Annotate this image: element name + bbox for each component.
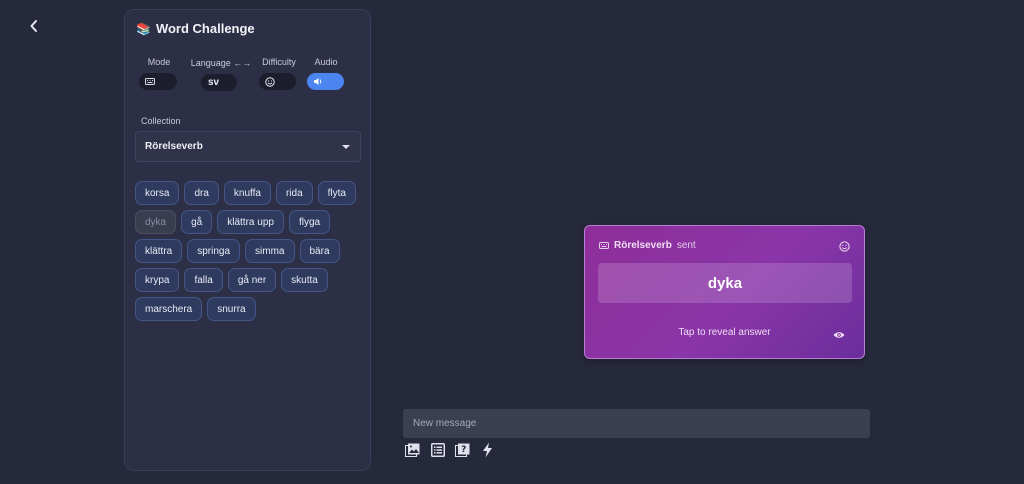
card-header: Rörelseverb sent	[599, 240, 696, 251]
word-chip[interactable]: flyta	[317, 181, 356, 205]
keyboard-icon	[599, 242, 609, 249]
difficulty-label: Difficulty	[262, 57, 296, 67]
word-chip[interactable]: marschera	[135, 297, 203, 321]
language-label: Language ←→	[190, 58, 252, 68]
word-chip[interactable]: dyka	[135, 210, 177, 234]
language-control: Language ←→ sv	[186, 58, 256, 91]
audio-control: Audio	[307, 57, 345, 90]
chevron-left-icon	[30, 20, 37, 32]
panel-title-text: Word Challenge	[155, 21, 255, 36]
word-chip[interactable]: krypa	[135, 268, 180, 292]
word-chip[interactable]: springa	[187, 239, 241, 263]
word-chip[interactable]: skutta	[281, 268, 328, 292]
eye-icon	[833, 332, 845, 338]
caret-down-icon	[342, 144, 350, 149]
word-card: Rörelseverb sent dyka Tap to reveal answ…	[584, 225, 865, 359]
collection-selected-value: Rörelseverb	[145, 141, 203, 152]
back-button[interactable]	[24, 14, 44, 38]
reveal-toggle[interactable]	[833, 326, 845, 344]
smiley-icon	[265, 76, 275, 87]
quick-action-button[interactable]	[479, 441, 496, 459]
quiz-button[interactable]: ?	[454, 441, 471, 459]
image-icon	[405, 443, 420, 457]
svg-text:?: ?	[461, 445, 466, 455]
word-chip[interactable]: gå	[181, 210, 213, 234]
speaker-icon	[314, 78, 322, 85]
card-word: dyka	[598, 263, 852, 303]
word-chip[interactable]: klättra	[135, 239, 183, 263]
language-toggle[interactable]: sv	[201, 74, 237, 91]
mode-control: Mode	[139, 57, 179, 90]
reveal-answer-button[interactable]: Tap to reveal answer	[585, 327, 864, 338]
panel-title: 📚 Word Challenge	[136, 21, 255, 36]
word-chips: korsa dra knuffa rida flyta dyka gå klättra upp…	[135, 181, 363, 321]
audio-toggle[interactable]	[307, 73, 344, 90]
card-difficulty	[839, 239, 850, 257]
audio-label: Audio	[314, 57, 338, 67]
books-icon: 📚	[136, 21, 151, 36]
language-value: sv	[208, 77, 220, 88]
composer-toolbar: ?	[404, 441, 496, 459]
list-button[interactable]	[429, 441, 446, 459]
word-chip[interactable]: falla	[184, 268, 223, 292]
difficulty-toggle[interactable]	[259, 73, 296, 90]
word-chip[interactable]: rida	[275, 181, 313, 205]
question-icon: ?	[455, 443, 470, 457]
word-chip[interactable]: knuffa	[223, 181, 271, 205]
collection-select[interactable]: Rörelseverb	[135, 131, 361, 162]
mode-toggle[interactable]	[139, 73, 177, 90]
card-sender: Rörelseverb	[614, 240, 672, 251]
word-chip[interactable]: flyga	[288, 210, 331, 234]
new-message-input[interactable]	[403, 409, 870, 438]
word-chip[interactable]: klättra upp	[217, 210, 284, 234]
collection-label: Collection	[141, 116, 181, 126]
card-sent-text: sent	[676, 240, 696, 251]
image-button[interactable]	[404, 441, 421, 459]
word-chip[interactable]: gå ner	[227, 268, 277, 292]
lightning-icon	[483, 442, 492, 458]
word-chip[interactable]: snurra	[207, 297, 256, 321]
word-chip[interactable]: dra	[184, 181, 219, 205]
word-challenge-panel: 📚 Word Challenge Mode Language ←→ sv Dif…	[124, 9, 371, 471]
word-chip[interactable]: bära	[299, 239, 340, 263]
word-chip[interactable]: simma	[245, 239, 295, 263]
mode-label: Mode	[147, 57, 171, 67]
keyboard-icon	[145, 78, 155, 85]
list-icon	[430, 443, 445, 457]
difficulty-control: Difficulty	[259, 57, 299, 90]
smiley-icon	[839, 241, 850, 252]
word-chip[interactable]: korsa	[135, 181, 180, 205]
